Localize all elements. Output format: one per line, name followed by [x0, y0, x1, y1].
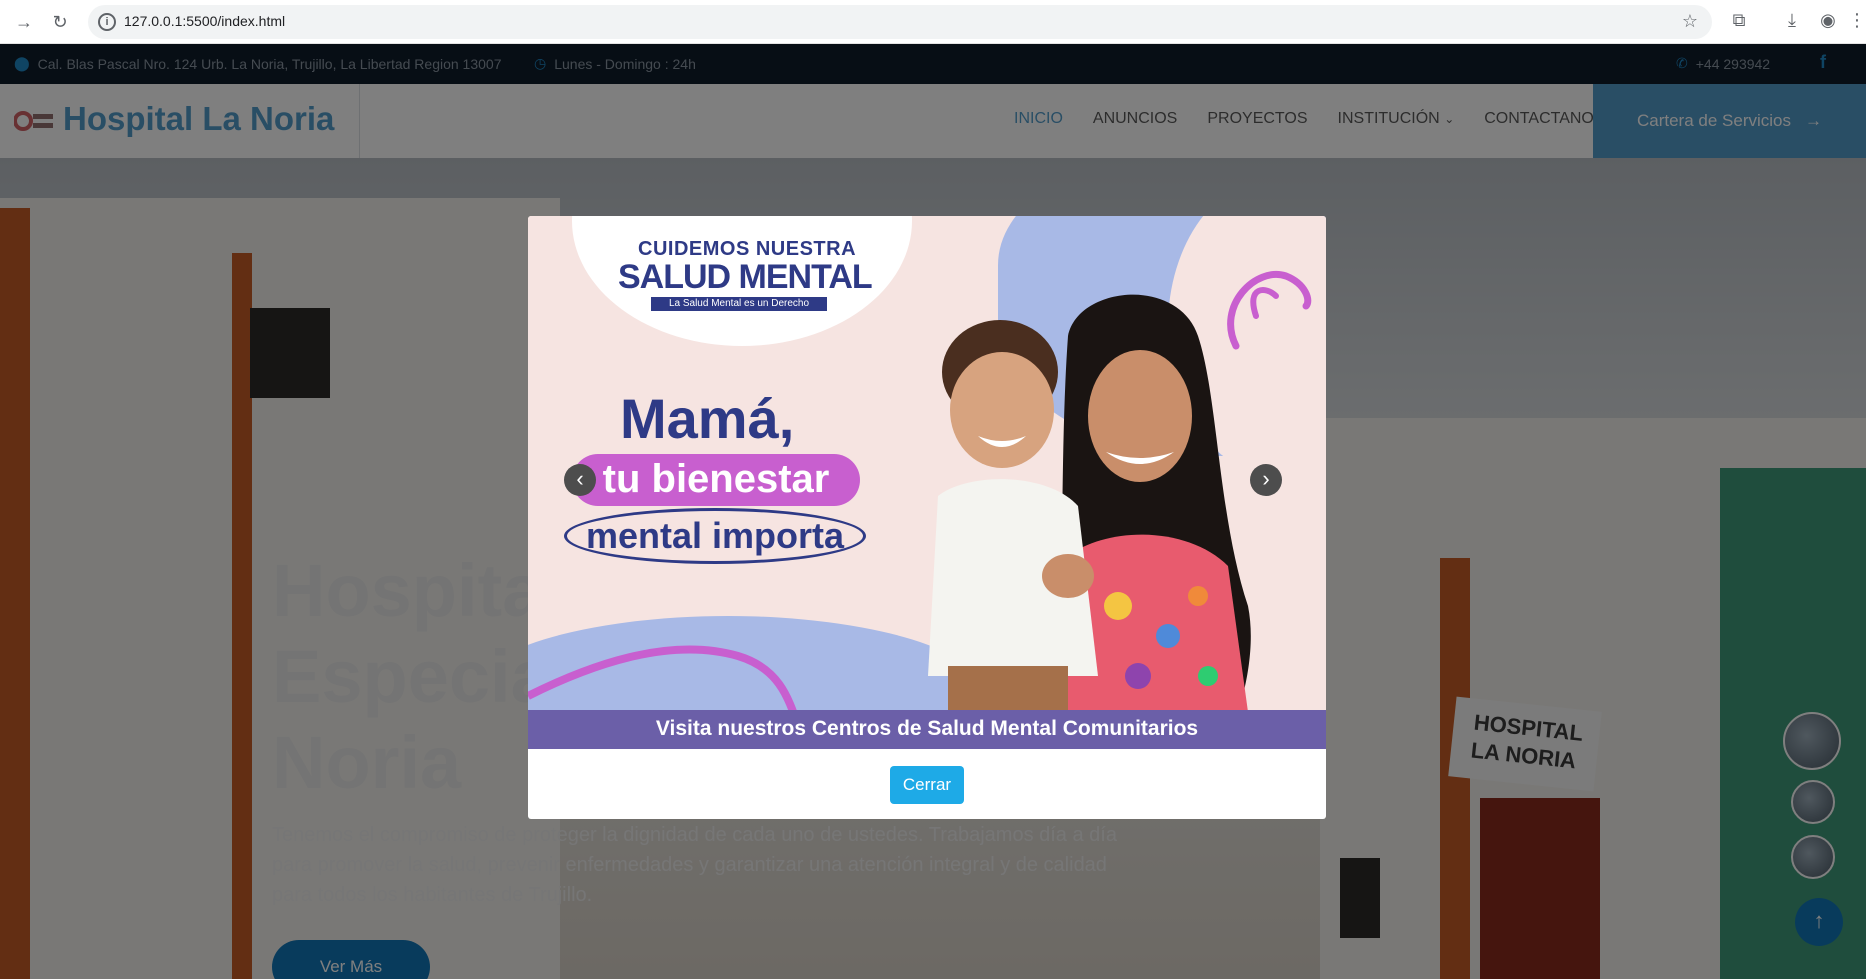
badge-line2: SALUD MENTAL	[618, 258, 873, 296]
browser-toolbar: → ↻ i 127.0.0.1:5500/index.html ☆ ⧉ ⤓ ◉ …	[0, 0, 1866, 44]
info-icon[interactable]: i	[98, 13, 116, 31]
poster-headline: Mamá,	[620, 387, 795, 450]
url-text[interactable]: 127.0.0.1:5500/index.html	[124, 13, 285, 29]
badge-subtitle: La Salud Mental es un Derecho	[651, 297, 827, 311]
carousel-prev-icon[interactable]: ‹	[564, 464, 596, 496]
announcement-poster: CUIDEMOS NUESTRA SALUD MENTAL La Salud M…	[528, 216, 1326, 749]
menu-icon[interactable]: ⋮	[1848, 10, 1866, 31]
extensions-icon[interactable]: ⧉	[1727, 10, 1751, 31]
carousel-next-icon[interactable]: ›	[1250, 464, 1282, 496]
forward-icon[interactable]: →	[12, 10, 36, 34]
poster-pill-text: tu bienestar	[572, 454, 860, 506]
profile-icon[interactable]: ◉	[1816, 10, 1840, 31]
star-icon[interactable]: ☆	[1682, 11, 1698, 32]
mother-child-photo	[928, 294, 1251, 712]
download-icon[interactable]: ⤓	[1780, 10, 1804, 31]
reload-icon[interactable]: ↻	[48, 10, 72, 34]
poster-oval-text: mental importa	[564, 508, 866, 564]
announcement-modal: CUIDEMOS NUESTRA SALUD MENTAL La Salud M…	[528, 216, 1326, 819]
close-button[interactable]: Cerrar	[890, 766, 964, 804]
poster-footer: Visita nuestros Centros de Salud Mental …	[528, 710, 1326, 749]
address-bar[interactable]: i 127.0.0.1:5500/index.html ☆	[88, 5, 1712, 39]
